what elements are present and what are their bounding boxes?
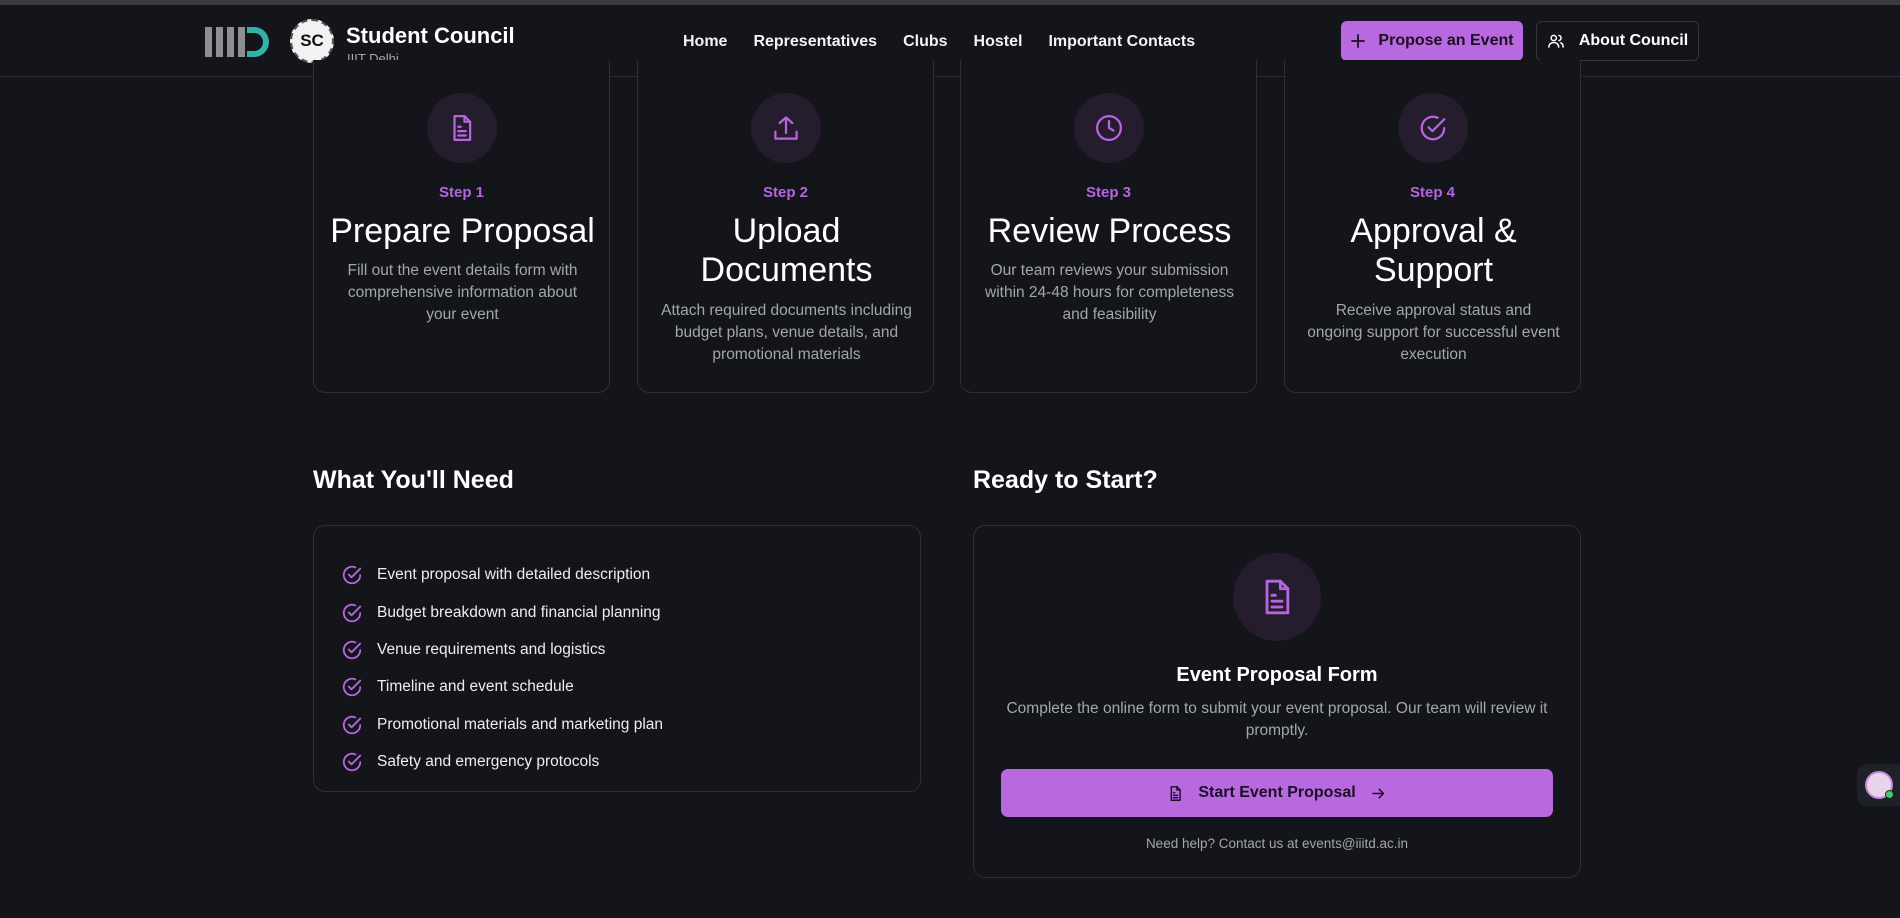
- check-circle-icon: [342, 677, 362, 697]
- avatar: [1864, 771, 1894, 799]
- proposal-form-card: Event Proposal Form Complete the online …: [973, 525, 1581, 878]
- list-item: Timeline and event schedule: [341, 676, 574, 698]
- check-circle-icon: [342, 565, 362, 585]
- help-contact-text: Need help? Contact us at events@iiitd.ac…: [1145, 836, 1409, 851]
- plus-icon: [1351, 34, 1366, 48]
- about-council-label: About Council: [1578, 32, 1689, 49]
- upload-icon: [751, 93, 821, 163]
- check-circle-icon: [342, 640, 362, 660]
- online-status-dot: [1884, 790, 1894, 799]
- propose-event-button[interactable]: Propose an Event: [1341, 21, 1523, 61]
- nav-home[interactable]: Home: [683, 33, 727, 51]
- brand-title[interactable]: Student Council: [346, 23, 515, 49]
- nav-hostel[interactable]: Hostel: [974, 33, 1023, 51]
- users-icon: [1547, 34, 1564, 48]
- needs-card: Event proposal with detailed description…: [313, 525, 921, 792]
- list-item-label: Timeline and event schedule: [377, 678, 574, 695]
- list-item-label: Venue requirements and logistics: [377, 641, 606, 658]
- step-title: Prepare Proposal: [330, 212, 595, 250]
- step-description: Attach required documents including budg…: [661, 302, 912, 363]
- step-title: Review Process: [987, 212, 1232, 250]
- form-description: Complete the online form to submit your …: [1006, 700, 1548, 739]
- nav-important-contacts[interactable]: Important Contacts: [1048, 33, 1195, 51]
- document-icon: [1170, 785, 1182, 801]
- start-event-proposal-label: Start Event Proposal: [1198, 784, 1356, 801]
- about-council-button[interactable]: About Council: [1536, 21, 1699, 61]
- check-circle-icon: [342, 715, 362, 735]
- ready-heading: Ready to Start?: [973, 466, 1158, 494]
- check-circle-icon: [342, 752, 362, 772]
- list-item-label: Event proposal with detailed description: [377, 566, 651, 583]
- step-description: Fill out the event details form with com…: [347, 262, 578, 323]
- step-number: Step 4: [1409, 184, 1455, 201]
- clock-icon: [1074, 93, 1144, 163]
- propose-event-label: Propose an Event: [1378, 32, 1514, 49]
- form-title: Event Proposal Form: [1176, 664, 1378, 686]
- start-event-proposal-button[interactable]: Start Event Proposal: [1001, 769, 1553, 817]
- step-description: Our team reviews your submission within …: [985, 262, 1234, 323]
- chat-widget-button[interactable]: [1857, 764, 1900, 806]
- step-card-4: Step 4 Approval & Support Receive approv…: [1284, 60, 1581, 393]
- nav-clubs[interactable]: Clubs: [903, 33, 947, 51]
- step-number: Step 1: [438, 184, 484, 201]
- list-item: Event proposal with detailed description: [341, 564, 650, 586]
- list-item: Promotional materials and marketing plan: [341, 714, 663, 736]
- list-item: Budget breakdown and financial planning: [341, 602, 661, 624]
- needs-heading: What You'll Need: [313, 466, 514, 494]
- list-item-label: Promotional materials and marketing plan: [377, 716, 664, 733]
- list-item: Safety and emergency protocols: [341, 751, 599, 773]
- council-seal-logo: SC: [290, 19, 334, 63]
- iiitd-logo[interactable]: [205, 27, 269, 59]
- step-title: Approval & Support: [1350, 212, 1517, 289]
- arrow-right-icon: [1371, 787, 1384, 799]
- list-item-label: Safety and emergency protocols: [377, 753, 600, 770]
- list-item-label: Budget breakdown and financial planning: [377, 604, 661, 621]
- step-number: Step 3: [1085, 184, 1131, 201]
- step-card-3: Step 3 Review Process Our team reviews y…: [960, 60, 1257, 393]
- check-circle-icon: [342, 603, 362, 623]
- main-nav: Home Representatives Clubs Hostel Import…: [683, 33, 1195, 51]
- step-number: Step 2: [762, 184, 808, 201]
- step-title: Upload Documents: [700, 212, 873, 289]
- nav-representatives[interactable]: Representatives: [753, 33, 877, 51]
- step-card-2: Step 2 Upload Documents Attach required …: [637, 60, 934, 393]
- navbar: SC Student Council IIIT Delhi Home Repre…: [0, 5, 1900, 77]
- check-circle-icon: [1398, 93, 1468, 163]
- step-description: Receive approval status and ongoing supp…: [1307, 302, 1560, 363]
- list-item: Venue requirements and logistics: [341, 639, 605, 661]
- step-card-1: Step 1 Prepare Proposal Fill out the eve…: [313, 60, 610, 393]
- document-icon: [1233, 553, 1321, 641]
- document-icon: [427, 93, 497, 163]
